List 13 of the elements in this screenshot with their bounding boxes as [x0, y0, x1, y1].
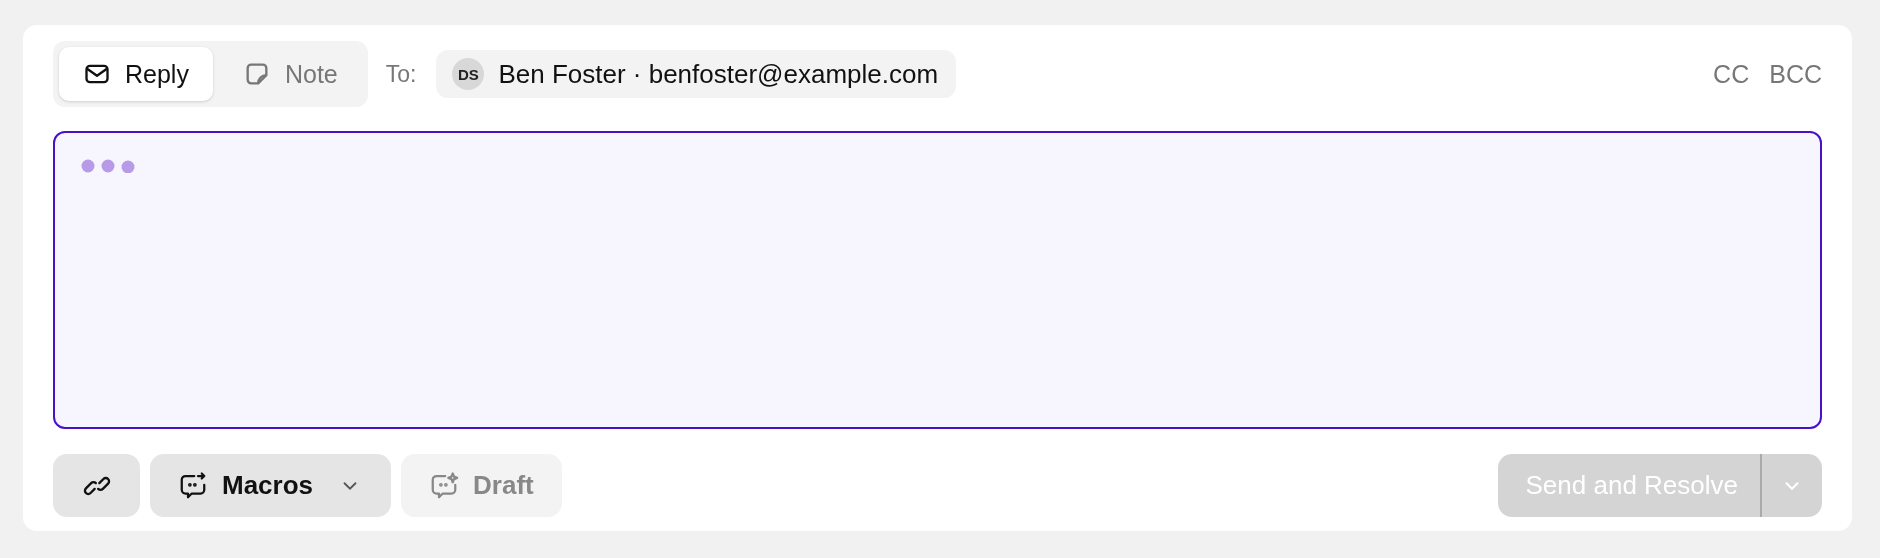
- chat-arrow-icon: [178, 470, 208, 501]
- recipient-name: Ben Foster · benfoster@example.com: [498, 58, 939, 90]
- tab[interactable]: Reply: [59, 47, 213, 101]
- copy-link[interactable]: CC: [1713, 59, 1750, 89]
- recipient-chip[interactable]: DS Ben Foster · benfoster@example.com: [436, 50, 957, 98]
- chat-sparkle-icon: [429, 470, 460, 501]
- avatar-initials: DS: [452, 58, 485, 90]
- copy-link[interactable]: BCC: [1769, 59, 1822, 89]
- message-editor[interactable]: [53, 131, 1822, 429]
- tab[interactable]: Note: [218, 47, 362, 101]
- attach-button[interactable]: [53, 454, 140, 517]
- to-label: To:: [385, 60, 417, 88]
- macros-button[interactable]: Macros: [150, 454, 392, 517]
